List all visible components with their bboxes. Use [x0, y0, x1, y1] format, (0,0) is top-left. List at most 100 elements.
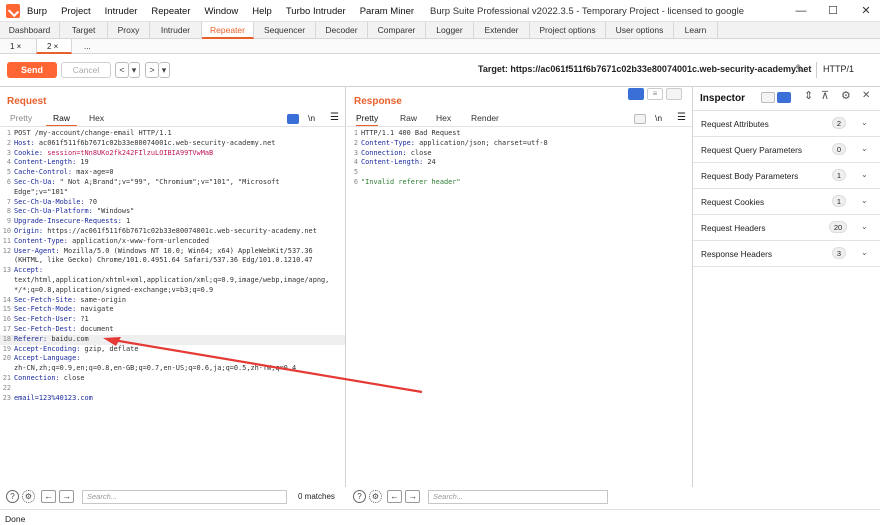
- new-tab-button[interactable]: ...: [74, 39, 104, 54]
- menu-repeater[interactable]: Repeater: [151, 6, 190, 17]
- response-next-match-button[interactable]: →: [405, 490, 420, 503]
- header-name: Upgrade-Insecure-Requests:: [14, 217, 122, 226]
- line-value: 1: [121, 217, 131, 226]
- chevron-down-icon[interactable]: ⌄: [861, 222, 868, 231]
- response-newline-toggle[interactable]: \n: [655, 113, 662, 123]
- request-tab-hex[interactable]: Hex: [89, 113, 104, 127]
- request-tab-pretty[interactable]: Pretty: [10, 113, 32, 127]
- inspector-split-icon[interactable]: [777, 92, 791, 103]
- list-view-icon[interactable]: [287, 114, 299, 124]
- inspector-section-request-headers[interactable]: Request Headers 20: [693, 215, 880, 241]
- inspector-section-query-parameters[interactable]: Request Query Parameters 0: [693, 137, 880, 163]
- expand-all-icon[interactable]: ⇕: [804, 89, 813, 102]
- tab-sequencer[interactable]: Sequencer: [254, 22, 316, 39]
- inspector-section-body-parameters[interactable]: Request Body Parameters 1: [693, 163, 880, 189]
- repeater-tab-2[interactable]: 2 ×: [36, 39, 72, 54]
- request-view-tabs: Pretty Raw Hex \n ☰: [0, 112, 346, 127]
- header-name: Sec-Fetch-Mode:: [14, 305, 77, 314]
- response-tab-render[interactable]: Render: [471, 113, 499, 127]
- menu-help[interactable]: Help: [252, 6, 272, 17]
- response-tab-raw[interactable]: Raw: [400, 113, 417, 127]
- help-icon[interactable]: ?: [6, 490, 19, 503]
- http-version-toggle[interactable]: HTTP/1: [823, 64, 854, 74]
- menu-turbo-intruder[interactable]: Turbo Intruder: [286, 6, 346, 17]
- line-value: max-age=0: [72, 168, 114, 177]
- tab-learn[interactable]: Learn: [674, 22, 718, 39]
- header-name: Sec-Fetch-User:: [14, 315, 77, 324]
- previous-match-button[interactable]: ←: [41, 490, 56, 503]
- request-menu-icon[interactable]: ☰: [330, 112, 339, 123]
- menu-burp[interactable]: Burp: [27, 6, 47, 17]
- inspector-close-icon[interactable]: ✕: [862, 90, 870, 101]
- response-previous-match-button[interactable]: ←: [387, 490, 402, 503]
- tabbed-layout-icon[interactable]: [666, 88, 682, 100]
- editor-line: 9 Upgrade-Insecure-Requests: 1: [0, 217, 345, 227]
- response-tab-pretty[interactable]: Pretty: [356, 113, 379, 127]
- inspector-section-label: Request Cookies: [701, 197, 765, 207]
- chevron-down-icon[interactable]: ⌄: [861, 144, 868, 153]
- maximize-button[interactable]: ☐: [826, 4, 840, 18]
- tab-extender[interactable]: Extender: [474, 22, 530, 39]
- header-name: Sec-Fetch-Site:: [14, 295, 77, 304]
- newline-toggle[interactable]: \n: [308, 113, 315, 123]
- response-menu-icon[interactable]: ☰: [677, 112, 686, 123]
- chevron-down-icon[interactable]: ⌄: [861, 248, 868, 257]
- line-value: https://ac061f511f6b7671c02b33e80074001c…: [43, 226, 317, 235]
- tab-comparer[interactable]: Comparer: [368, 22, 426, 39]
- inspector-section-response-headers[interactable]: Response Headers 3: [693, 241, 880, 267]
- collapse-all-icon[interactable]: ⊼: [821, 89, 829, 102]
- edit-target-icon[interactable]: ✎: [795, 62, 805, 76]
- response-settings-gear-icon[interactable]: ⚙: [369, 490, 382, 503]
- menu-window[interactable]: Window: [205, 6, 239, 17]
- stacked-layout-icon[interactable]: ≡: [647, 88, 663, 100]
- inspector-settings-icon[interactable]: ⚙: [841, 89, 851, 102]
- inspector-section-label: Request Attributes: [701, 119, 769, 129]
- response-search-input[interactable]: Search...: [428, 490, 608, 504]
- send-button[interactable]: Send: [7, 62, 57, 78]
- line-number: 15: [2, 305, 11, 314]
- repeater-tab-1[interactable]: 1 ×: [0, 39, 36, 54]
- tab-decoder[interactable]: Decoder: [316, 22, 368, 39]
- line-value: application/json; charset=utf-8: [414, 138, 548, 147]
- menu-project[interactable]: Project: [61, 6, 91, 17]
- minimize-button[interactable]: —: [794, 4, 808, 18]
- chevron-down-icon[interactable]: ⌄: [861, 170, 868, 179]
- tab-target[interactable]: Target: [60, 22, 108, 39]
- tab-logger[interactable]: Logger: [426, 22, 474, 39]
- tab-proxy[interactable]: Proxy: [108, 22, 150, 39]
- response-tab-hex[interactable]: Hex: [436, 113, 451, 127]
- forward-history-dropdown[interactable]: ▾: [159, 62, 170, 78]
- back-button[interactable]: <: [115, 62, 129, 78]
- request-tab-raw[interactable]: Raw: [46, 113, 78, 127]
- inspector-section-request-attributes[interactable]: Request Attributes 2: [693, 111, 880, 137]
- tab-dashboard[interactable]: Dashboard: [0, 22, 60, 39]
- next-match-button[interactable]: →: [59, 490, 74, 503]
- line-value: ?1: [76, 315, 89, 324]
- line-value: same-origin: [76, 295, 127, 304]
- response-help-icon[interactable]: ?: [353, 490, 366, 503]
- tab-intruder[interactable]: Intruder: [150, 22, 202, 39]
- forward-button[interactable]: >: [145, 62, 159, 78]
- tab-user-options[interactable]: User options: [606, 22, 674, 39]
- chevron-down-icon[interactable]: ⌄: [861, 118, 868, 127]
- line-value: (KHTML, like Gecko) Chrome/101.0.4951.64…: [14, 256, 313, 265]
- cancel-button[interactable]: Cancel: [61, 62, 111, 78]
- settings-gear-icon[interactable]: ⚙: [22, 490, 35, 503]
- menu-param-miner[interactable]: Param Miner: [360, 6, 414, 17]
- inspector-section-cookies[interactable]: Request Cookies 1: [693, 189, 880, 215]
- split-layout-icon[interactable]: [628, 88, 644, 100]
- editor-line: 2 Host: ac061f511f6b7671c02b33e80074001c.…: [0, 139, 345, 149]
- back-history-dropdown[interactable]: ▾: [129, 62, 140, 78]
- line-number: 3: [6, 148, 11, 157]
- tab-repeater[interactable]: Repeater: [202, 22, 254, 39]
- menu-intruder[interactable]: Intruder: [105, 6, 138, 17]
- header-name: Cookie:: [14, 148, 44, 157]
- inspector-list-icon[interactable]: [761, 92, 775, 103]
- tab-project-options[interactable]: Project options: [530, 22, 606, 39]
- response-editor[interactable]: 1 HTTP/1.1 400 Bad Request 2 Content-Type: …: [347, 129, 692, 188]
- request-search-input[interactable]: Search...: [82, 490, 287, 504]
- editor-line: 7 Sec-Ch-Ua-Mobile: ?0: [0, 198, 345, 208]
- response-list-view-icon[interactable]: [634, 114, 646, 124]
- close-window-button[interactable]: ✕: [859, 4, 873, 18]
- chevron-down-icon[interactable]: ⌄: [861, 196, 868, 205]
